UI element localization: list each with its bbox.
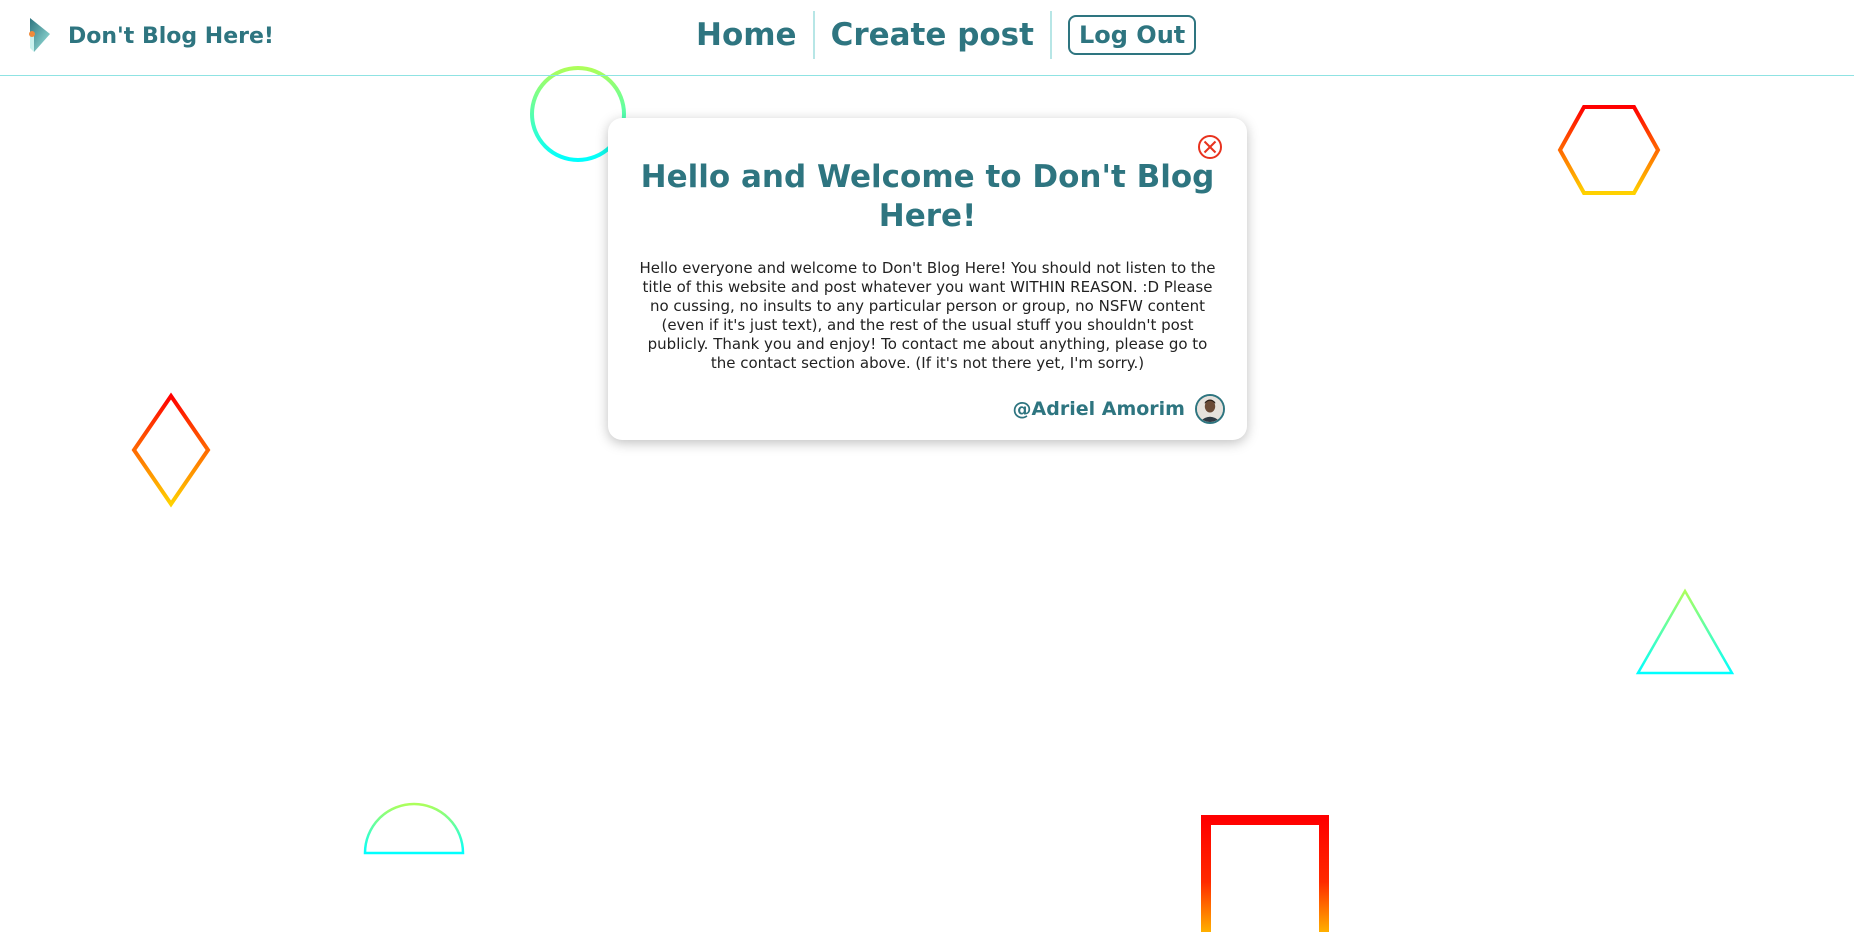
nav-create-post-link[interactable]: Create post bbox=[815, 17, 1050, 53]
navbar: Don't Blog Here! Home Create post Log Ou… bbox=[0, 0, 1854, 76]
nav-home-link[interactable]: Home bbox=[680, 17, 813, 53]
blog-logo-icon bbox=[29, 18, 50, 52]
brand-link[interactable]: Don't Blog Here! bbox=[26, 16, 274, 56]
doorway-shape bbox=[1201, 815, 1329, 932]
modal-body-text: Hello everyone and welcome to Don't Blog… bbox=[639, 259, 1216, 372]
modal-author: @Adriel Amorim bbox=[1013, 394, 1225, 424]
author-name[interactable]: @Adriel Amorim bbox=[1013, 398, 1185, 420]
main-nav: Home Create post Log Out bbox=[680, 10, 1197, 60]
diamond-shape bbox=[131, 392, 211, 508]
page: Don't Blog Here! Home Create post Log Ou… bbox=[0, 0, 1854, 932]
logout-button[interactable]: Log Out bbox=[1067, 15, 1197, 55]
brand-name: Don't Blog Here! bbox=[68, 23, 274, 49]
welcome-modal: Hello and Welcome to Don't Blog Here! He… bbox=[608, 118, 1247, 440]
modal-title: Hello and Welcome to Don't Blog Here! bbox=[640, 159, 1215, 234]
nav-divider bbox=[1049, 11, 1052, 59]
close-circle-icon[interactable] bbox=[1197, 134, 1223, 160]
hexagon-shape bbox=[1557, 105, 1661, 195]
author-avatar[interactable] bbox=[1195, 394, 1225, 424]
semicircle-shape bbox=[363, 802, 465, 855]
triangle-shape bbox=[1635, 588, 1735, 675]
